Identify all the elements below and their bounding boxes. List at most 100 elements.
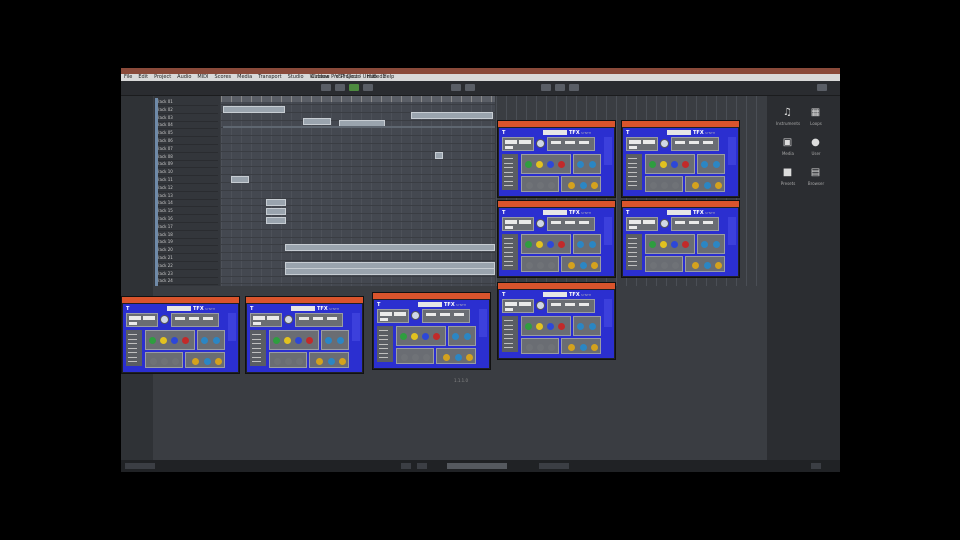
list-item[interactable] bbox=[628, 162, 637, 164]
list-item[interactable] bbox=[628, 256, 637, 257]
control-knob[interactable] bbox=[580, 182, 587, 189]
track-header[interactable]: Track 18 bbox=[156, 231, 218, 239]
list-item[interactable] bbox=[628, 158, 637, 159]
control-knob[interactable] bbox=[150, 358, 157, 365]
menu-item-studio[interactable]: Studio bbox=[288, 74, 304, 81]
gauge-knob[interactable] bbox=[411, 311, 420, 320]
list-item[interactable] bbox=[504, 347, 513, 348]
preset-list[interactable] bbox=[502, 316, 518, 352]
control-knob[interactable] bbox=[171, 337, 178, 344]
control-knob[interactable] bbox=[568, 182, 575, 189]
control-knob[interactable] bbox=[412, 354, 419, 361]
control-knob[interactable] bbox=[452, 333, 459, 340]
control-knob[interactable] bbox=[285, 358, 292, 365]
toolbar-button[interactable] bbox=[569, 84, 579, 91]
list-item[interactable] bbox=[128, 356, 137, 358]
list-item[interactable] bbox=[504, 185, 513, 186]
list-item[interactable] bbox=[504, 265, 513, 266]
menu-item-audio[interactable]: Audio bbox=[177, 74, 191, 81]
control-knob[interactable] bbox=[577, 161, 584, 168]
control-knob[interactable] bbox=[649, 241, 656, 248]
control-knob[interactable] bbox=[661, 262, 668, 269]
menu-item-file[interactable]: File bbox=[124, 74, 132, 81]
preset-list[interactable] bbox=[126, 330, 142, 366]
list-item[interactable] bbox=[128, 361, 137, 362]
control-knob[interactable] bbox=[213, 337, 220, 344]
list-item[interactable] bbox=[628, 167, 637, 168]
control-knob[interactable] bbox=[296, 358, 303, 365]
control-knob[interactable] bbox=[650, 262, 657, 269]
control-knob[interactable] bbox=[204, 358, 211, 365]
toolbar-button[interactable] bbox=[321, 84, 331, 91]
plugin-title-bar[interactable]: Instrument bbox=[498, 121, 615, 137]
list-item[interactable] bbox=[504, 167, 513, 168]
control-knob[interactable] bbox=[537, 182, 544, 189]
preset-display[interactable] bbox=[543, 130, 567, 135]
stop-icon[interactable]: ■ bbox=[781, 166, 794, 179]
toolbar-button[interactable] bbox=[363, 84, 373, 91]
gauge-knob[interactable] bbox=[536, 301, 545, 310]
track-header[interactable]: Track 07 bbox=[156, 145, 218, 153]
control-knob[interactable] bbox=[161, 358, 168, 365]
control-knob[interactable] bbox=[589, 323, 596, 330]
control-knob[interactable] bbox=[672, 262, 679, 269]
toolbar-button[interactable] bbox=[465, 84, 475, 91]
control-knob[interactable] bbox=[537, 344, 544, 351]
track-header[interactable]: Track 22 bbox=[156, 262, 218, 270]
timeline-ruler[interactable] bbox=[221, 96, 495, 102]
control-knob[interactable] bbox=[577, 323, 584, 330]
plugin-title-bar[interactable]: Instrument bbox=[622, 121, 739, 137]
list-item[interactable] bbox=[628, 176, 637, 177]
control-knob[interactable] bbox=[328, 358, 335, 365]
midi-clip[interactable] bbox=[285, 244, 495, 251]
preset-display[interactable] bbox=[543, 210, 567, 215]
control-knob[interactable] bbox=[201, 337, 208, 344]
plugin-title-bar[interactable]: Instrument bbox=[373, 293, 490, 309]
list-item[interactable] bbox=[252, 356, 261, 358]
control-knob[interactable] bbox=[692, 262, 699, 269]
list-item[interactable] bbox=[504, 333, 513, 335]
control-knob[interactable] bbox=[525, 323, 532, 330]
list-item[interactable] bbox=[252, 334, 261, 335]
midi-clip[interactable] bbox=[303, 118, 331, 125]
list-item[interactable] bbox=[379, 334, 388, 336]
control-knob[interactable] bbox=[591, 182, 598, 189]
piano-icon[interactable]: ♫ bbox=[781, 106, 794, 119]
midi-clip[interactable] bbox=[435, 152, 443, 159]
control-knob[interactable] bbox=[589, 241, 596, 248]
control-knob[interactable] bbox=[149, 337, 156, 344]
preset-list[interactable] bbox=[502, 234, 518, 270]
midi-clip[interactable] bbox=[231, 176, 249, 183]
control-knob[interactable] bbox=[466, 354, 473, 361]
control-knob[interactable] bbox=[172, 358, 179, 365]
plugin-title-bar[interactable]: Instrument bbox=[498, 201, 615, 217]
list-item[interactable] bbox=[504, 256, 513, 257]
track-header[interactable]: Track 08 bbox=[156, 153, 218, 161]
control-knob[interactable] bbox=[325, 337, 332, 344]
status-cell[interactable] bbox=[539, 463, 569, 469]
list-item[interactable] bbox=[628, 251, 637, 253]
control-knob[interactable] bbox=[215, 358, 222, 365]
menu-item-midi[interactable]: MIDI bbox=[197, 74, 208, 81]
drawer-icon[interactable]: ▤ bbox=[809, 166, 822, 179]
control-knob[interactable] bbox=[660, 241, 667, 248]
control-knob[interactable] bbox=[568, 262, 575, 269]
control-knob[interactable] bbox=[548, 262, 555, 269]
control-knob[interactable] bbox=[715, 262, 722, 269]
control-knob[interactable] bbox=[704, 182, 711, 189]
preset-display[interactable] bbox=[167, 306, 191, 311]
track-header[interactable]: Track 13 bbox=[156, 192, 218, 200]
control-knob[interactable] bbox=[589, 161, 596, 168]
control-knob[interactable] bbox=[536, 161, 543, 168]
control-knob[interactable] bbox=[284, 337, 291, 344]
control-knob[interactable] bbox=[649, 161, 656, 168]
control-knob[interactable] bbox=[701, 241, 708, 248]
gauge-knob[interactable] bbox=[536, 219, 545, 228]
midi-clip[interactable] bbox=[266, 199, 286, 206]
preset-list[interactable] bbox=[377, 326, 393, 362]
control-knob[interactable] bbox=[192, 358, 199, 365]
menu-item-edit[interactable]: Edit bbox=[138, 74, 148, 81]
list-item[interactable] bbox=[504, 180, 513, 182]
list-item[interactable] bbox=[128, 334, 137, 335]
control-knob[interactable] bbox=[295, 337, 302, 344]
